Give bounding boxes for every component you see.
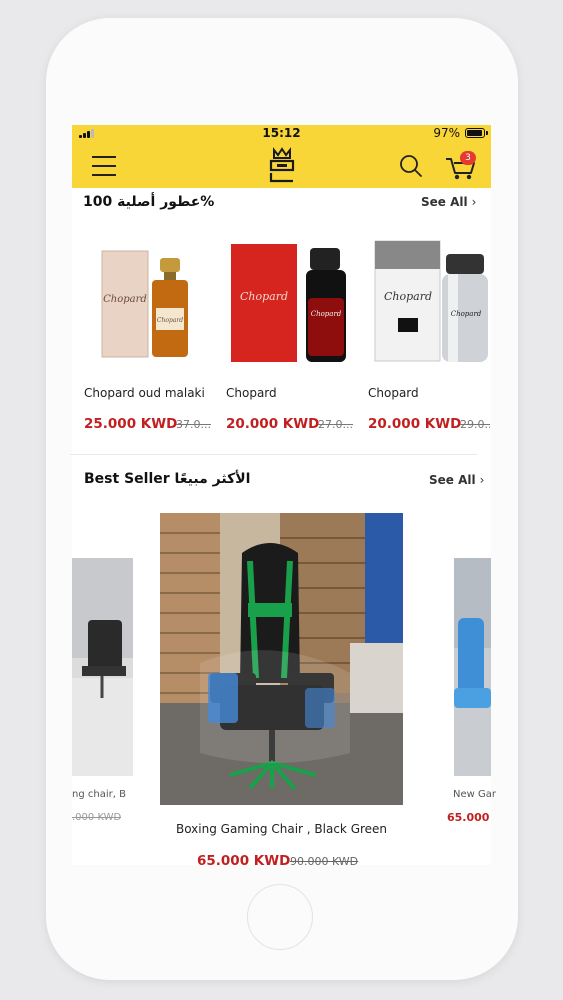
section-title-best-seller: Best Seller الأكثر مبيعًا <box>84 471 251 487</box>
svg-text:Chopard: Chopard <box>157 317 183 324</box>
see-all-best-seller[interactable]: See All › <box>429 473 484 487</box>
product-old-price: 27.0... <box>318 418 353 431</box>
status-bar: 15:12 97% <box>72 125 491 143</box>
svg-text:Chopard: Chopard <box>311 310 342 318</box>
top-bar: 15:12 97% <box>72 125 491 188</box>
product-price: 65.000 K <box>447 811 491 824</box>
cart-badge: 3 <box>460 151 476 165</box>
svg-text:Chopard: Chopard <box>240 290 288 303</box>
see-all-label: See All <box>421 195 468 209</box>
product-name[interactable]: Chopard <box>368 386 419 400</box>
product-old-price: 29.0... <box>460 418 490 431</box>
product-price: 20.000 KWD <box>368 416 462 432</box>
battery-percentage: 97% <box>433 126 460 140</box>
product-image-left-chair[interactable] <box>72 558 133 776</box>
see-all-perfumes[interactable]: See All › <box>421 195 476 209</box>
product-name-partial[interactable]: New Gar <box>453 789 496 800</box>
battery-icon <box>465 128 485 138</box>
product-name[interactable]: Boxing Gaming Chair , Black Green <box>160 822 403 836</box>
chevron-right-icon: › <box>471 195 477 209</box>
product-name[interactable]: Chopard <box>226 386 277 400</box>
product-old-price: 37.0... <box>176 418 211 431</box>
status-time: 15:12 <box>262 126 301 140</box>
product-name[interactable]: Chopard oud malaki <box>84 386 205 400</box>
svg-text:Chopard: Chopard <box>451 310 482 318</box>
product-image-right-chair[interactable] <box>454 558 491 776</box>
product-price: 25.000 KWD <box>84 416 178 432</box>
product-price: 65.000 KWD <box>197 853 291 869</box>
product-name-partial[interactable]: ng chair, B <box>72 789 126 800</box>
chevron-right-icon: › <box>479 473 485 487</box>
svg-text:Chopard: Chopard <box>384 290 432 303</box>
product-image-chopard-silver[interactable]: Chopard Chopard <box>368 238 490 368</box>
product-image-boxing-gaming-chair[interactable] <box>160 513 403 805</box>
product-old-price: .000 KWD <box>72 812 122 823</box>
product-image-chopard-oud-malaki[interactable]: Chopard Chopard <box>84 238 218 368</box>
home-button[interactable] <box>247 884 313 950</box>
section-title-perfumes: عطور أصلية 100% <box>83 194 215 210</box>
svg-text:Chopard: Chopard <box>103 294 147 305</box>
search-icon[interactable] <box>399 154 423 178</box>
product-price: 20.000 KWD <box>226 416 320 432</box>
see-all-label: See All <box>429 473 476 487</box>
product-image-chopard-red[interactable]: Chopard Chopard <box>226 238 360 368</box>
menu-icon[interactable] <box>92 156 116 176</box>
store-logo <box>269 147 295 183</box>
section-divider <box>70 454 477 455</box>
product-old-price: 90.000 KWD <box>290 855 359 868</box>
battery-tip <box>486 131 488 135</box>
